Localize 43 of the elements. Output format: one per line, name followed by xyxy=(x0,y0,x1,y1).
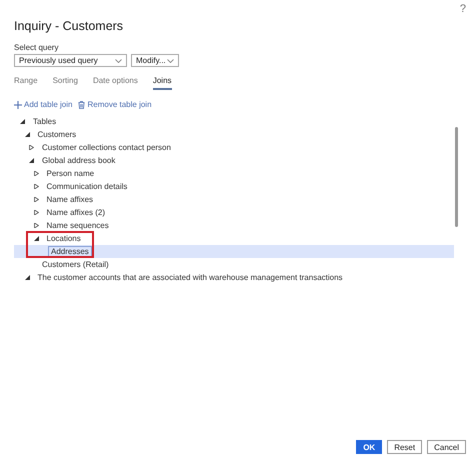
help-icon[interactable]: ? xyxy=(460,3,466,15)
expanded-arrow-icon[interactable] xyxy=(29,158,34,163)
modify-dropdown[interactable]: Modify... xyxy=(131,54,179,67)
expanded-arrow-icon[interactable] xyxy=(24,132,30,137)
window-title: Inquiry - Customers xyxy=(14,19,124,33)
tab[interactable]: Sorting xyxy=(52,73,78,90)
dialog-button[interactable]: Cancel xyxy=(427,440,466,454)
collapsed-arrow-icon[interactable] xyxy=(34,210,38,215)
scrollbar[interactable] xyxy=(455,127,458,227)
tree-item[interactable]: Name sequences xyxy=(14,219,454,232)
tree-item[interactable]: Communication details xyxy=(14,180,454,193)
tab[interactable]: Range xyxy=(14,73,38,90)
add-join-button[interactable]: Add table join xyxy=(14,100,72,109)
tree-item[interactable]: Global address book xyxy=(14,154,454,167)
tree-item[interactable]: Addresses xyxy=(14,245,454,258)
dialog-button[interactable]: Reset xyxy=(387,440,422,454)
tree-item[interactable]: Customer collections contact person xyxy=(14,141,454,154)
tree-item[interactable]: The customer accounts that are associated with warehouse management transactions xyxy=(14,271,454,284)
query-dropdown[interactable]: Previously used query xyxy=(14,54,127,67)
ok-button[interactable]: OK xyxy=(356,440,382,454)
chevron-down-icon xyxy=(167,58,174,62)
plus-icon xyxy=(14,100,22,108)
expanded-arrow-icon[interactable] xyxy=(20,119,25,124)
tree-item[interactable]: Tables xyxy=(14,115,454,128)
expanded-arrow-icon[interactable] xyxy=(24,275,30,280)
collapsed-arrow-icon[interactable] xyxy=(29,145,34,150)
chevron-down-icon xyxy=(115,58,122,62)
tree-item[interactable]: Locations xyxy=(14,232,454,245)
collapsed-arrow-icon[interactable] xyxy=(34,171,38,176)
remove-join-button[interactable]: Remove table join xyxy=(78,100,152,109)
expanded-arrow-icon[interactable] xyxy=(34,236,38,241)
tab[interactable]: Date options xyxy=(92,73,138,90)
tree-item[interactable]: Name affixes xyxy=(14,193,454,206)
tab[interactable]: Joins xyxy=(152,73,172,90)
trash-icon xyxy=(78,100,86,108)
tree-item[interactable]: Person name xyxy=(14,167,454,180)
collapsed-arrow-icon[interactable] xyxy=(34,197,38,202)
field-label: Select query xyxy=(14,43,60,52)
tree-item[interactable]: Name affixes (2) xyxy=(14,206,454,219)
collapsed-arrow-icon[interactable] xyxy=(34,223,38,228)
tree-item[interactable]: Customers xyxy=(14,128,454,141)
tree-item[interactable]: Customers (Retail) xyxy=(14,258,454,271)
collapsed-arrow-icon[interactable] xyxy=(34,184,38,189)
